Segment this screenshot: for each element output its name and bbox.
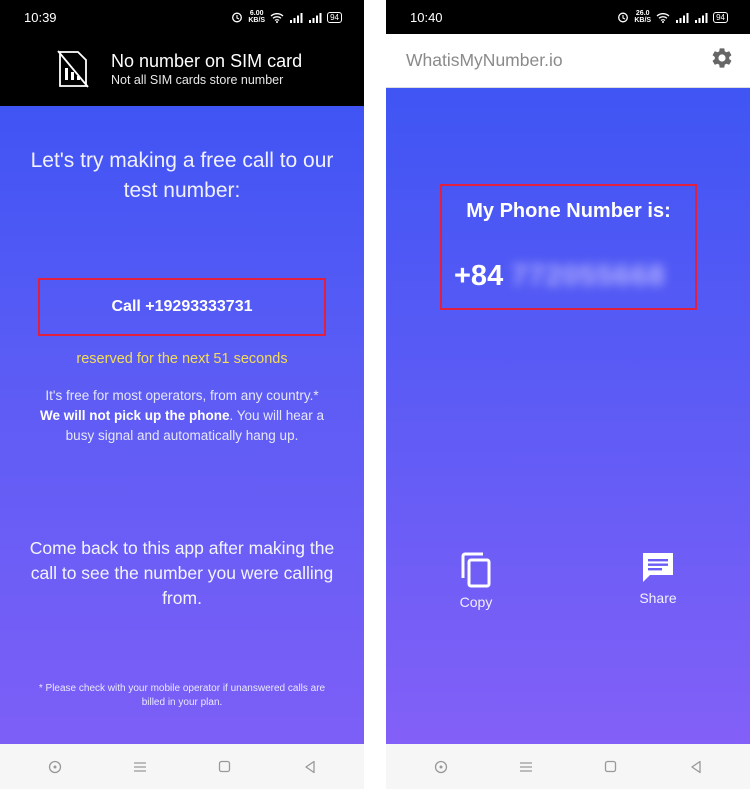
square-icon[interactable]: [213, 755, 237, 779]
status-time: 10:40: [410, 9, 443, 25]
left-content: Let's try making a free call to our test…: [0, 106, 364, 744]
net-speed: 26.0 KB/S: [634, 10, 652, 24]
status-bar: 10:39 6.00 KB/S 94: [0, 0, 364, 34]
phone-number-box: My Phone Number is: +84 772055668: [440, 184, 697, 310]
come-back-text: Come back to this app after making the c…: [29, 538, 335, 608]
copy-button[interactable]: Copy: [450, 550, 502, 610]
copy-icon: [461, 552, 491, 588]
back-icon[interactable]: [298, 755, 322, 779]
menu-icon[interactable]: [128, 755, 152, 779]
footnote: * Please check with your mobile operator…: [38, 683, 326, 708]
right-phone-screen: 10:40 26.0 KB/S 94 WhatisMyNumber.io My P…: [386, 0, 750, 789]
sim-subtitle: Not all SIM cards store number: [111, 73, 284, 87]
signal-icon: [676, 12, 689, 23]
try-call-text: Let's try making a free call to our test…: [30, 149, 334, 202]
free-info-line-1: It's free for most operators, from any c…: [45, 388, 319, 403]
system-nav-bar: [0, 744, 364, 789]
home-circle-icon[interactable]: [43, 755, 67, 779]
blurred-phone-number: 772055668: [511, 260, 666, 292]
country-code: +84: [454, 260, 504, 292]
sim-title: No number on SIM card: [111, 51, 303, 71]
alarm-icon: [618, 12, 629, 23]
share-label: Share: [639, 590, 677, 606]
signal-icon: [309, 12, 322, 23]
status-icons: 6.00 KB/S 94: [231, 10, 342, 24]
share-icon: [643, 553, 673, 582]
phone-number-row: +84 772055668: [454, 260, 665, 293]
back-icon[interactable]: [684, 755, 708, 779]
app-header: WhatisMyNumber.io: [386, 34, 750, 88]
app-title: WhatisMyNumber.io: [406, 50, 563, 70]
reserved-timer-text: reserved for the next 51 seconds: [76, 351, 288, 367]
square-icon[interactable]: [599, 755, 623, 779]
status-time: 10:39: [24, 9, 57, 25]
free-call-info: It's free for most operators, from any c…: [36, 386, 328, 446]
phone-number-label: My Phone Number is:: [466, 200, 671, 222]
wifi-icon: [270, 12, 284, 23]
signal-icon: [695, 12, 708, 23]
share-button[interactable]: Share: [632, 550, 684, 606]
sim-header: No number on SIM card Not all SIM cards …: [0, 34, 364, 106]
signal-icon: [290, 12, 303, 23]
copy-label: Copy: [459, 594, 493, 610]
alarm-icon: [232, 12, 243, 23]
net-speed: 6.00 KB/S: [248, 10, 266, 24]
home-circle-icon[interactable]: [429, 755, 453, 779]
sim-card-icon: [57, 50, 89, 88]
gear-icon[interactable]: [710, 46, 734, 75]
free-info-bold: We will not pick up the phone: [39, 408, 230, 423]
right-content: My Phone Number is: +84 772055668 Copy S…: [386, 88, 750, 744]
left-phone-screen: 10:39 6.00 KB/S 94 No number on SIM card …: [0, 0, 364, 789]
system-nav-bar: [386, 744, 750, 789]
battery-indicator: 94: [713, 11, 728, 23]
status-bar: 10:40 26.0 KB/S 94: [386, 0, 750, 34]
menu-icon[interactable]: [514, 755, 538, 779]
call-test-number-button[interactable]: Call +19293333731: [38, 278, 326, 336]
battery-indicator: 94: [327, 11, 342, 23]
status-icons: 26.0 KB/S 94: [617, 10, 728, 24]
wifi-icon: [656, 12, 670, 23]
